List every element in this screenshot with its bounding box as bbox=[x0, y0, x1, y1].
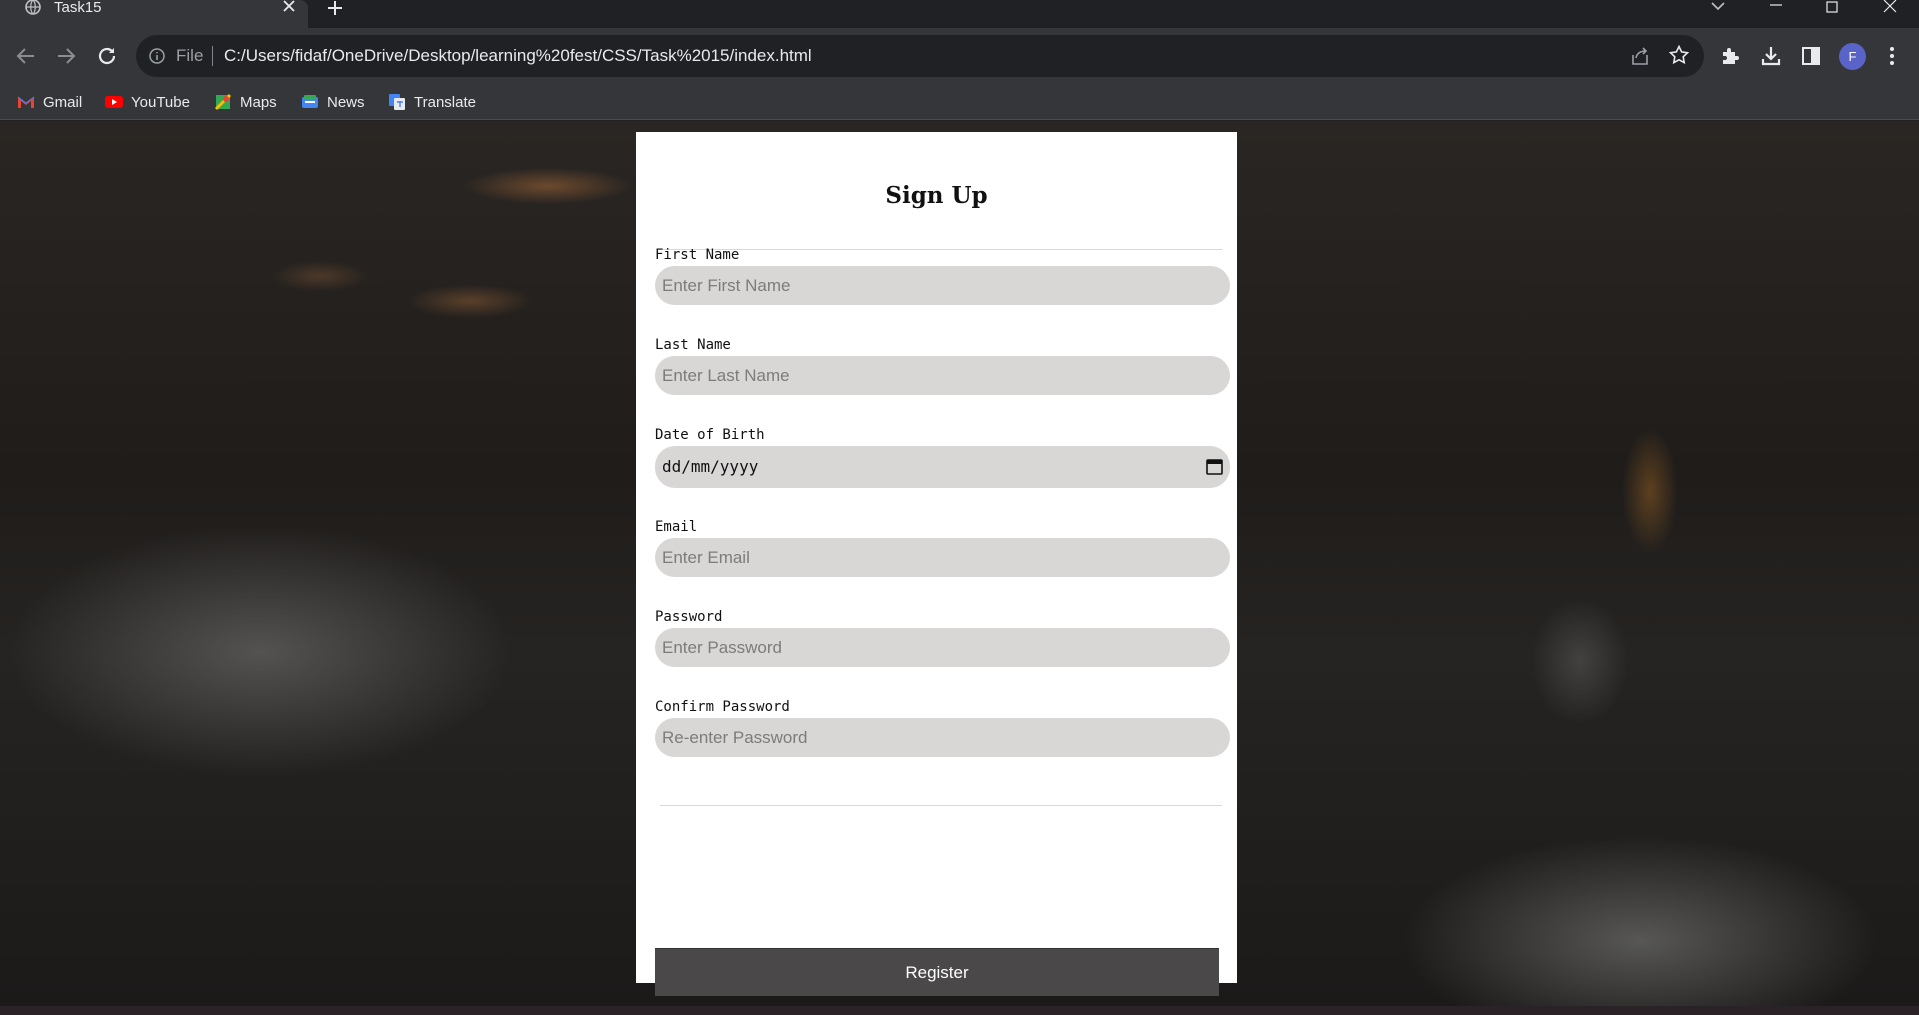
download-icon[interactable] bbox=[1759, 44, 1783, 68]
signup-form-card: Sign Up First Name Last Name Date of Bir… bbox=[636, 132, 1237, 996]
tab-strip: Task15 bbox=[0, 0, 1919, 28]
close-tab-icon[interactable] bbox=[280, 0, 298, 16]
password-label: Password bbox=[655, 609, 723, 625]
bookmark-label: Gmail bbox=[43, 93, 83, 111]
site-info-icon[interactable] bbox=[148, 47, 166, 65]
bookmark-translate[interactable]: Translate bbox=[388, 90, 476, 114]
url-separator bbox=[212, 46, 213, 66]
globe-icon bbox=[25, 0, 41, 15]
bookmark-label: News bbox=[327, 93, 365, 111]
restore-window-icon[interactable] bbox=[1822, 0, 1842, 14]
gmail-icon bbox=[17, 96, 35, 108]
page-title: Sign Up bbox=[885, 182, 988, 209]
profile-avatar[interactable]: F bbox=[1839, 43, 1866, 70]
news-icon bbox=[302, 95, 318, 108]
first-name-label: First Name bbox=[655, 247, 740, 263]
bookmark-maps[interactable]: Maps bbox=[214, 90, 277, 114]
minimize-window-icon[interactable] bbox=[1766, 0, 1786, 14]
bookmark-gmail[interactable]: Gmail bbox=[17, 90, 82, 114]
tab-title: Task15 bbox=[54, 0, 102, 16]
last-name-input[interactable] bbox=[655, 356, 1230, 395]
share-icon[interactable] bbox=[1630, 46, 1650, 66]
confirm-password-label: Confirm Password bbox=[655, 699, 790, 715]
bookmark-label: Maps bbox=[240, 93, 277, 111]
bookmark-news[interactable]: News bbox=[301, 90, 365, 114]
date-of-birth-input[interactable]: dd/mm/yyyy bbox=[655, 446, 1230, 488]
bookmarks-bar: Gmail YouTube Maps News Translate bbox=[0, 84, 1919, 120]
reload-icon[interactable] bbox=[95, 44, 119, 68]
tab-search-chevron-icon[interactable] bbox=[1708, 0, 1728, 14]
register-button[interactable]: Register bbox=[655, 948, 1219, 996]
url-scheme-label: File bbox=[176, 46, 204, 65]
bookmark-label: YouTube bbox=[131, 93, 190, 111]
bookmark-youtube[interactable]: YouTube bbox=[105, 90, 190, 114]
bookmark-label: Translate bbox=[414, 93, 476, 111]
first-name-input[interactable] bbox=[655, 266, 1230, 305]
browser-toolbar: File C:/Users/fidaf/OneDrive/Desktop/lea… bbox=[0, 28, 1919, 84]
email-label: Email bbox=[655, 519, 698, 535]
divider bbox=[660, 249, 1222, 250]
page-viewport: Sign Up First Name Last Name Date of Bir… bbox=[0, 121, 1919, 1006]
forward-arrow-icon[interactable] bbox=[54, 44, 78, 68]
email-field[interactable] bbox=[655, 538, 1230, 577]
last-name-label: Last Name bbox=[655, 337, 731, 353]
url-text[interactable]: C:/Users/fidaf/OneDrive/Desktop/learning… bbox=[224, 46, 812, 66]
translate-icon bbox=[389, 94, 405, 110]
browser-tab[interactable]: Task15 bbox=[0, 0, 308, 28]
back-arrow-icon[interactable] bbox=[14, 44, 38, 68]
address-bar[interactable]: File C:/Users/fidaf/OneDrive/Desktop/lea… bbox=[136, 35, 1704, 77]
confirm-password-field[interactable] bbox=[655, 718, 1230, 757]
new-tab-icon[interactable] bbox=[324, 0, 346, 18]
calendar-icon[interactable] bbox=[1206, 458, 1223, 475]
close-window-icon[interactable] bbox=[1880, 0, 1900, 14]
youtube-icon bbox=[105, 96, 123, 108]
date-of-birth-label: Date of Birth bbox=[655, 427, 765, 443]
side-panel-icon[interactable] bbox=[1799, 44, 1823, 68]
divider bbox=[660, 805, 1222, 806]
browser-menu-icon[interactable] bbox=[1880, 44, 1904, 68]
bookmark-star-icon[interactable] bbox=[1669, 45, 1689, 65]
password-field[interactable] bbox=[655, 628, 1230, 667]
window-bottom-edge bbox=[0, 1006, 1919, 1015]
date-value: dd/mm/yyyy bbox=[662, 457, 759, 476]
maps-icon bbox=[214, 93, 232, 111]
extensions-puzzle-icon[interactable] bbox=[1719, 44, 1743, 68]
